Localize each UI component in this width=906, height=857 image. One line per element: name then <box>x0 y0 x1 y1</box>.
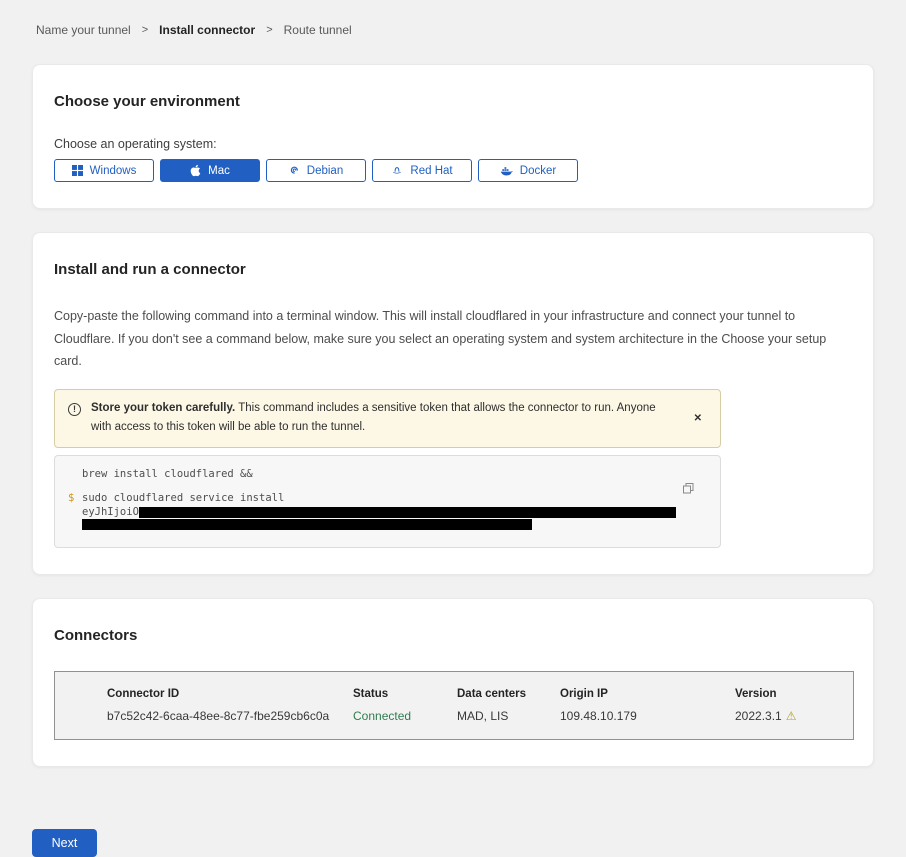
code-line-service-install: $ sudo cloudflared service install eyJhI… <box>82 491 680 535</box>
code-line-brew: brew install cloudflared && <box>82 468 680 480</box>
version-value: 2022.3.1 <box>735 709 782 723</box>
redacted-token-bar <box>82 519 532 530</box>
close-icon[interactable]: ✕ <box>688 409 708 428</box>
os-button-label: Debian <box>307 165 343 177</box>
redhat-icon <box>391 165 403 176</box>
cell-version: 2022.3.1 ⚠ <box>735 709 853 723</box>
redacted-token-bar <box>139 507 676 518</box>
breadcrumb-separator: > <box>266 24 272 36</box>
os-button-group: Windows Mac Debian Red Hat <box>54 159 852 182</box>
os-select-label: Choose an operating system: <box>54 137 852 151</box>
alert-circle-icon: ! <box>68 403 81 416</box>
column-header-version: Version <box>735 688 853 700</box>
install-card-title: Install and run a connector <box>54 261 852 278</box>
windows-icon <box>72 165 83 176</box>
debian-icon <box>289 165 300 176</box>
os-button-mac[interactable]: Mac <box>160 159 260 182</box>
install-connector-card: Install and run a connector Copy-paste t… <box>32 232 874 575</box>
environment-card: Choose your environment Choose an operat… <box>32 64 874 209</box>
warning-triangle-icon: ⚠ <box>786 709 797 723</box>
column-header-data-centers: Data centers <box>457 688 560 700</box>
page-container: Name your tunnel > Install connector > R… <box>0 0 906 767</box>
apple-icon <box>190 164 201 177</box>
cell-origin-ip: 109.48.10.179 <box>560 709 735 723</box>
column-header-status: Status <box>353 688 457 700</box>
breadcrumb-item-route-tunnel[interactable]: Route tunnel <box>284 23 352 37</box>
connectors-table-header-row: Connector ID Status Data centers Origin … <box>107 688 853 700</box>
cell-data-centers: MAD, LIS <box>457 709 560 723</box>
os-button-redhat[interactable]: Red Hat <box>372 159 472 182</box>
token-warning-banner: ! Store your token carefully. This comma… <box>54 389 721 449</box>
column-header-origin-ip: Origin IP <box>560 688 735 700</box>
shell-prompt: $ <box>68 491 74 506</box>
connectors-table-row: b7c52c42-6caa-48ee-8c77-fbe259cb6c0a Con… <box>107 700 853 723</box>
warning-text: Store your token carefully. This command… <box>91 399 676 439</box>
os-button-label: Docker <box>520 165 556 177</box>
column-header-connector-id: Connector ID <box>107 688 353 700</box>
breadcrumb-item-name-tunnel[interactable]: Name your tunnel <box>36 23 131 37</box>
next-button[interactable]: Next <box>32 829 97 857</box>
docker-icon <box>500 165 513 176</box>
os-button-docker[interactable]: Docker <box>478 159 578 182</box>
breadcrumb-item-install-connector[interactable]: Install connector <box>159 23 255 37</box>
code-command-text: sudo cloudflared service install <box>82 491 680 506</box>
connectors-card-title: Connectors <box>54 627 852 644</box>
os-button-label: Red Hat <box>410 165 452 177</box>
install-command-codeblock: brew install cloudflared && $ sudo cloud… <box>54 455 721 548</box>
breadcrumb: Name your tunnel > Install connector > R… <box>32 0 874 64</box>
install-card-description: Copy-paste the following command into a … <box>54 305 852 373</box>
copy-icon[interactable] <box>682 482 695 498</box>
os-button-label: Windows <box>90 165 137 177</box>
token-line: eyJhIjoiO <box>82 507 680 518</box>
os-button-debian[interactable]: Debian <box>266 159 366 182</box>
environment-card-title: Choose your environment <box>54 93 852 110</box>
connectors-table: Connector ID Status Data centers Origin … <box>54 671 854 740</box>
connectors-card: Connectors Connector ID Status Data cent… <box>32 598 874 767</box>
token-prefix: eyJhIjoiO <box>82 507 139 518</box>
breadcrumb-separator: > <box>142 24 148 36</box>
warning-title: Store your token carefully. <box>91 402 235 414</box>
os-button-label: Mac <box>208 165 230 177</box>
os-button-windows[interactable]: Windows <box>54 159 154 182</box>
cell-status: Connected <box>353 709 457 723</box>
cell-connector-id: b7c52c42-6caa-48ee-8c77-fbe259cb6c0a <box>107 709 353 723</box>
